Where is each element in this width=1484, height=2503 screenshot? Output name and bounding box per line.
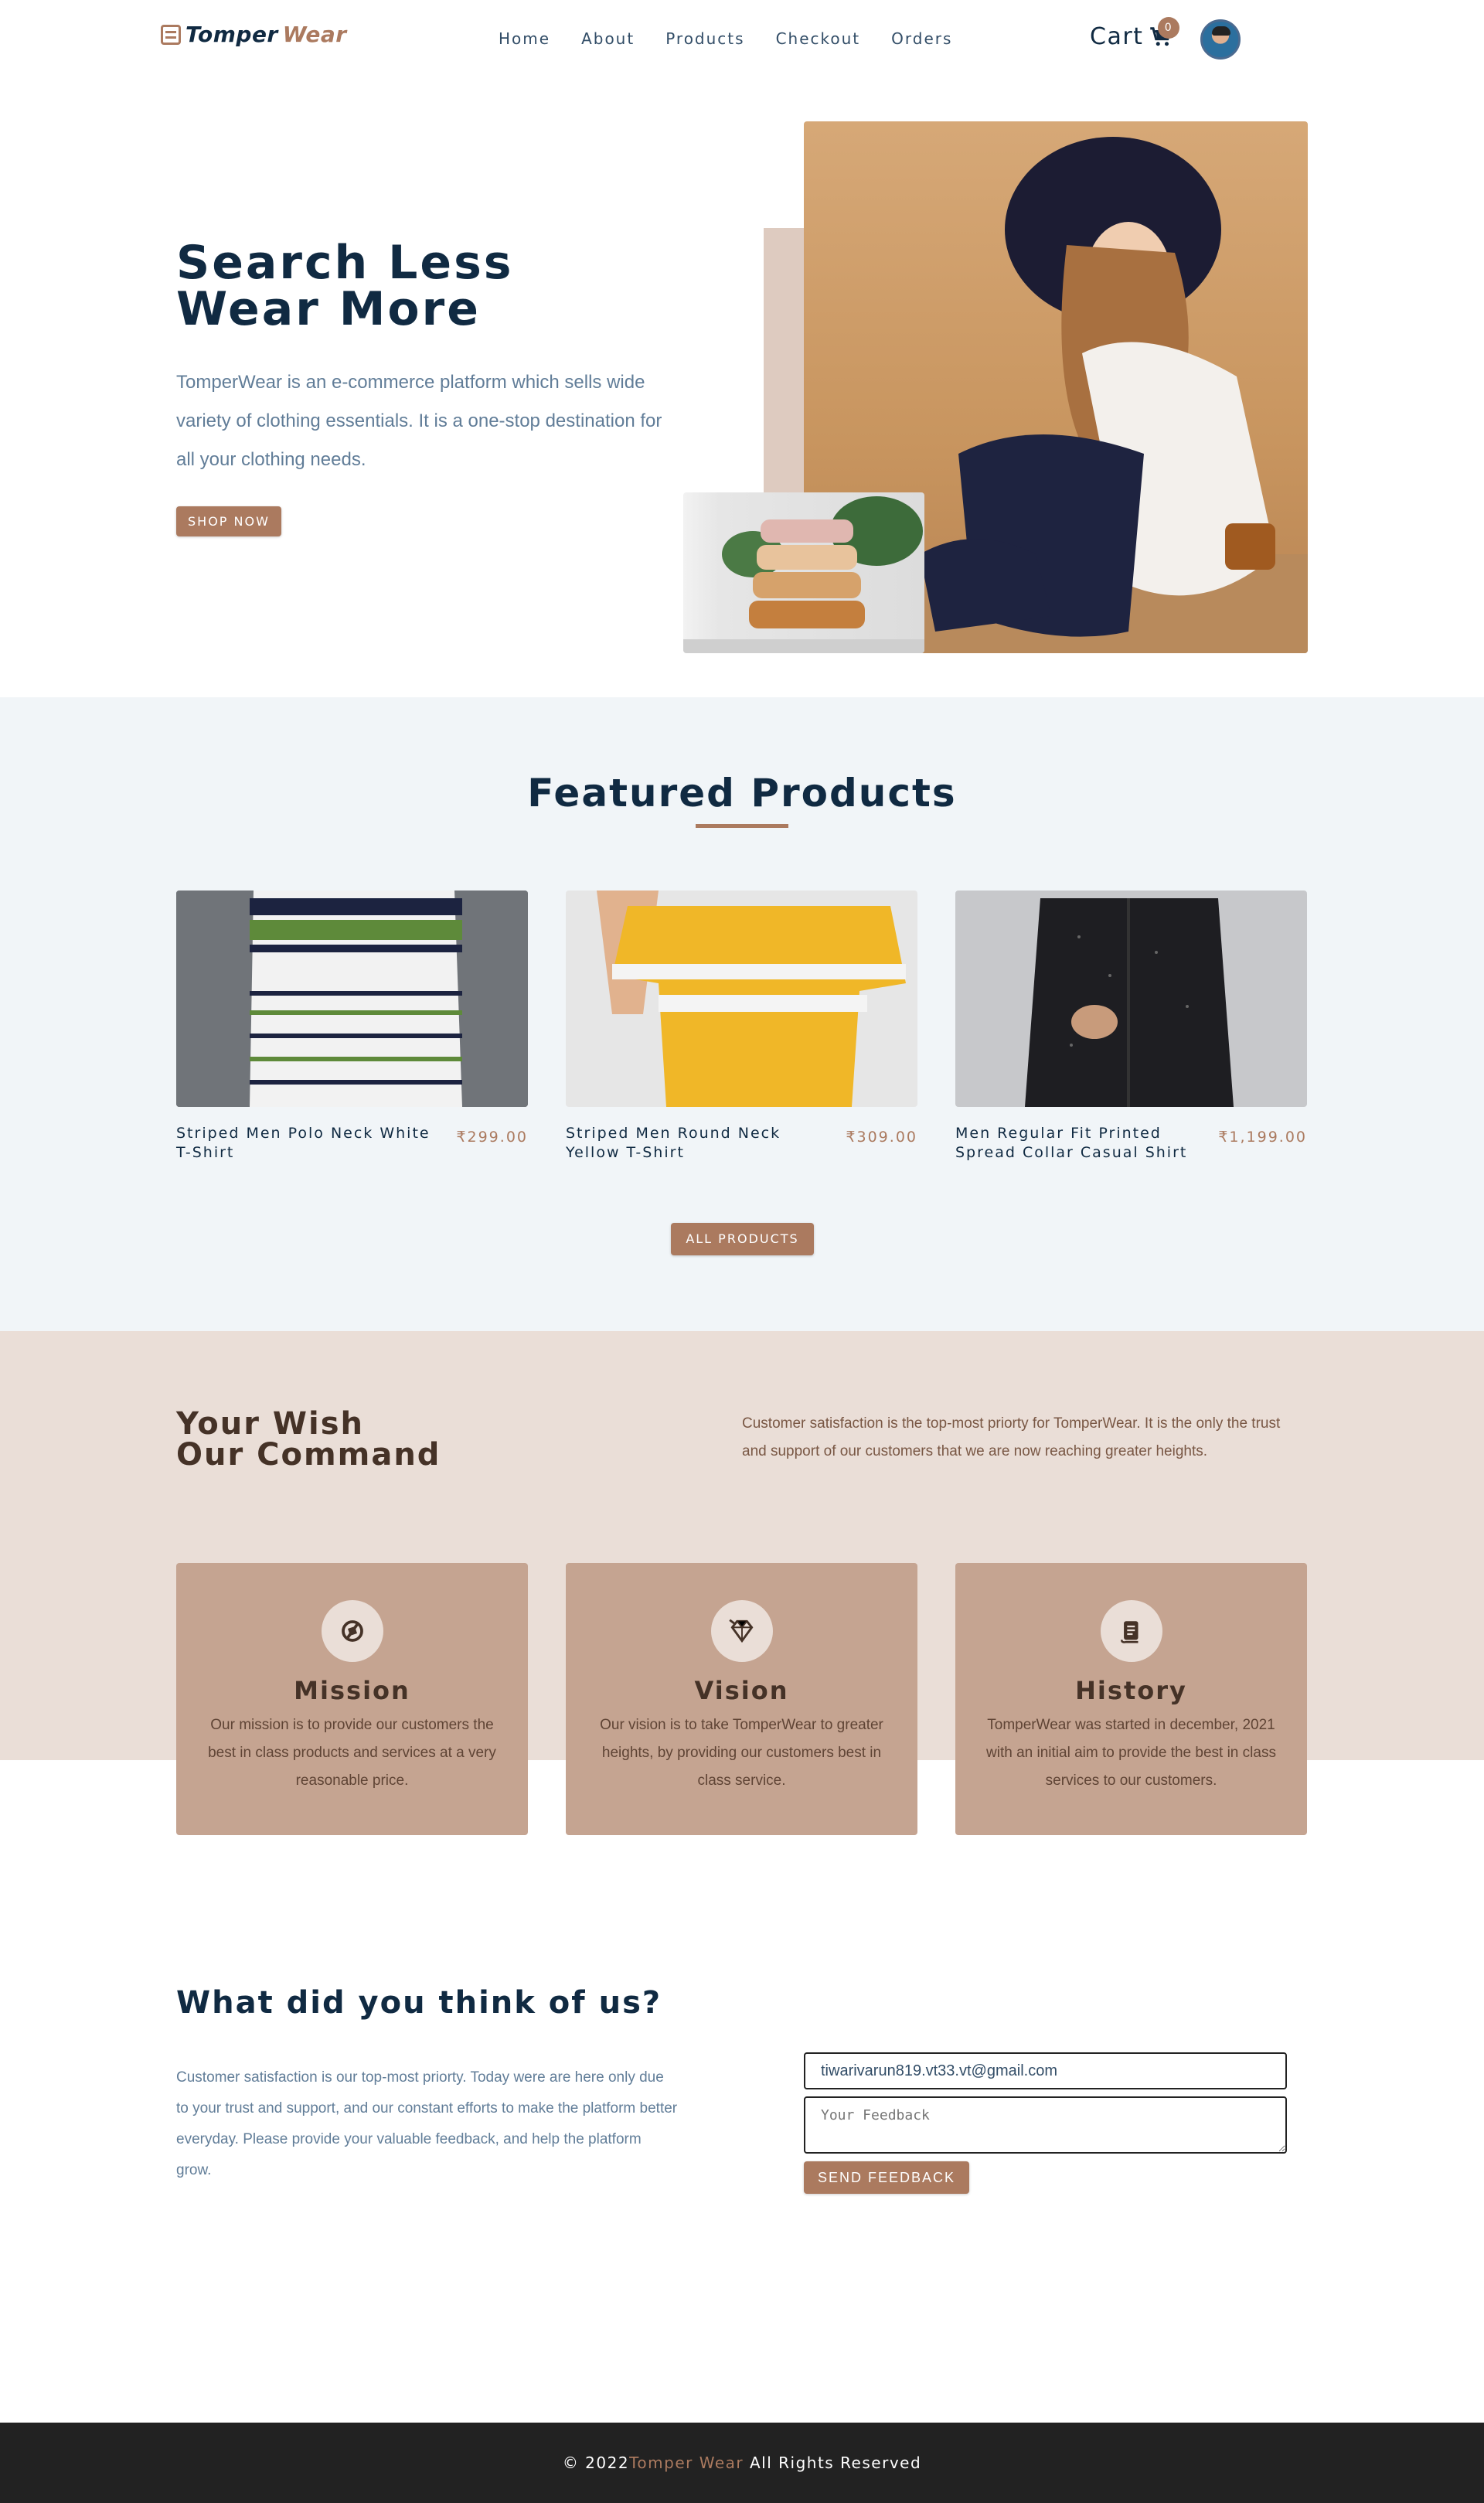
all-products-button[interactable]: ALL PRODUCTS bbox=[671, 1223, 814, 1255]
footer-rights: All Rights Reserved bbox=[744, 2454, 922, 2472]
nav-links: Home About Products Checkout Orders bbox=[499, 29, 952, 48]
about-title-line2: Our Command bbox=[176, 1437, 441, 1473]
send-feedback-button[interactable]: SEND FEEDBACK bbox=[804, 2161, 970, 2194]
vision-title: Vision bbox=[694, 1676, 789, 1705]
product-name: Striped Men Polo Neck White T-Shirt bbox=[176, 1125, 431, 1161]
product-price: ₹309.00 bbox=[846, 1129, 917, 1146]
hero-accent-image bbox=[683, 492, 924, 653]
product-info: Men Regular Fit Printed Spread Collar Ca… bbox=[955, 1124, 1307, 1163]
hero-section: Search Less Wear More TomperWear is an e… bbox=[0, 77, 1484, 696]
product-price: ₹1,199.00 bbox=[1218, 1129, 1307, 1146]
navbar: Tomper Wear Home About Products Checkout … bbox=[0, 0, 1484, 77]
title-underline bbox=[696, 824, 788, 828]
diamond-icon bbox=[710, 1600, 773, 1662]
feedback-textarea[interactable] bbox=[804, 2096, 1287, 2154]
product-card[interactable]: Striped Men Round Neck Yellow T-Shirt ₹3… bbox=[566, 891, 917, 1163]
product-image[interactable] bbox=[955, 891, 1307, 1107]
contact-title: What did you think of us? bbox=[176, 1985, 662, 2021]
contact-description: Customer satisfaction is our top-most pr… bbox=[176, 2069, 678, 2178]
logo-icon bbox=[161, 24, 181, 45]
logo-text-part1: Tomper bbox=[186, 22, 278, 47]
logo-text-part2: Wear bbox=[282, 22, 347, 47]
nav-link-checkout[interactable]: Checkout bbox=[776, 29, 861, 48]
mission-text: Our mission is to provide our customers … bbox=[208, 1717, 496, 1789]
logo[interactable]: Tomper Wear bbox=[161, 22, 347, 47]
history-text: TomperWear was started in december, 2021… bbox=[986, 1717, 1276, 1789]
about-description: Customer satisfaction is the top-most pr… bbox=[742, 1415, 1281, 1459]
vision-card: Vision Our vision is to take TomperWear … bbox=[566, 1563, 917, 1835]
scroll-icon bbox=[1100, 1600, 1162, 1662]
hero-title-line2: Wear More bbox=[176, 282, 481, 336]
user-avatar[interactable] bbox=[1200, 19, 1241, 60]
footer-brand: Tomper Wear bbox=[629, 2454, 744, 2472]
featured-products-section: Featured Products Striped Men Polo Neck … bbox=[0, 697, 1484, 1331]
nav-link-orders[interactable]: Orders bbox=[891, 29, 952, 48]
about-title: Your Wish Our Command bbox=[176, 1408, 441, 1470]
hero-title: Search Less Wear More bbox=[176, 240, 640, 332]
product-image[interactable] bbox=[566, 891, 917, 1107]
product-info: Striped Men Polo Neck White T-Shirt ₹299… bbox=[176, 1124, 528, 1163]
nav-link-home[interactable]: Home bbox=[499, 29, 550, 48]
hero-description: TomperWear is an e-commerce platform whi… bbox=[176, 372, 662, 470]
mission-card: Mission Our mission is to provide our cu… bbox=[176, 1563, 528, 1835]
footer-copyright: © 2022 bbox=[562, 2454, 630, 2472]
product-card[interactable]: Men Regular Fit Printed Spread Collar Ca… bbox=[955, 891, 1307, 1163]
footer: © 2022 Tomper Wear All Rights Reserved bbox=[0, 2423, 1484, 2503]
product-name: Striped Men Round Neck Yellow T-Shirt bbox=[566, 1125, 781, 1161]
shop-now-button[interactable]: SHOP NOW bbox=[176, 506, 281, 536]
history-title: History bbox=[1075, 1676, 1187, 1705]
product-name: Men Regular Fit Printed Spread Collar Ca… bbox=[955, 1125, 1188, 1161]
vision-text: Our vision is to take TomperWear to grea… bbox=[600, 1717, 883, 1789]
product-image[interactable] bbox=[176, 891, 528, 1107]
history-card: History TomperWear was started in decemb… bbox=[955, 1563, 1307, 1835]
product-card[interactable]: Striped Men Polo Neck White T-Shirt ₹299… bbox=[176, 891, 528, 1163]
product-info: Striped Men Round Neck Yellow T-Shirt ₹3… bbox=[566, 1124, 917, 1163]
nav-link-products[interactable]: Products bbox=[665, 29, 744, 48]
cart-count-badge: 0 bbox=[1158, 17, 1179, 39]
cart-button[interactable]: Cart 0 bbox=[1090, 17, 1179, 50]
compass-icon bbox=[321, 1600, 383, 1662]
featured-title: Featured Products bbox=[527, 771, 957, 816]
email-input[interactable]: tiwarivarun819.vt33.vt@gmail.com bbox=[804, 2052, 1287, 2089]
mission-title: Mission bbox=[294, 1676, 410, 1705]
cart-label: Cart bbox=[1090, 23, 1144, 50]
product-price: ₹299.00 bbox=[456, 1129, 528, 1146]
nav-link-about[interactable]: About bbox=[581, 29, 635, 48]
